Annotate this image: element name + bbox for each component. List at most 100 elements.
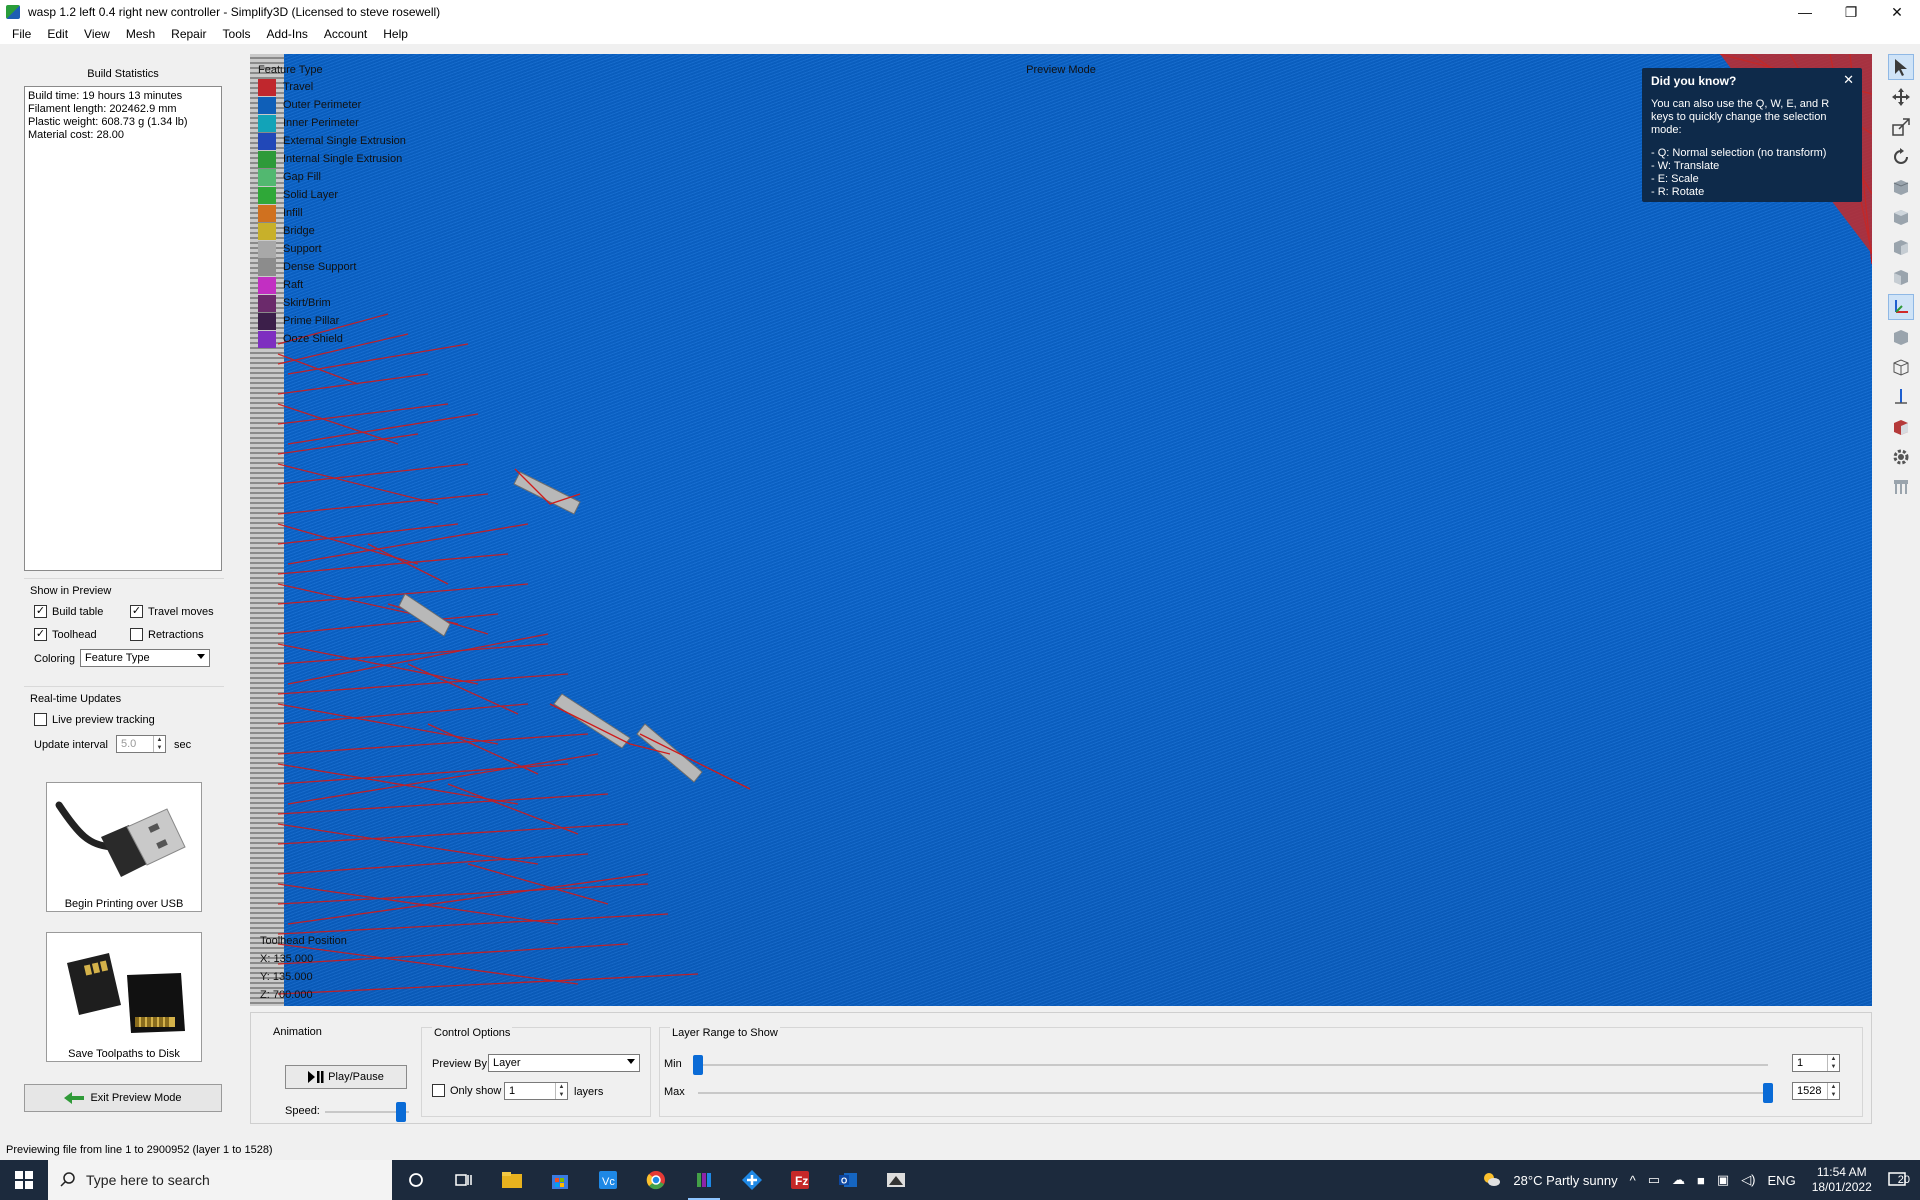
speed-slider-thumb[interactable]: [395, 1102, 406, 1122]
simplify3d-taskbar-icon[interactable]: [680, 1160, 728, 1200]
minimize-button[interactable]: —: [1782, 0, 1828, 24]
onedrive-icon[interactable]: ☁: [1672, 1172, 1685, 1188]
shaded-view-icon[interactable]: [1888, 324, 1914, 350]
translate-tool-icon[interactable]: [1888, 84, 1914, 110]
chevron-up-icon[interactable]: ^: [1630, 1173, 1636, 1188]
legend-label: Solid Layer: [283, 189, 339, 201]
preview-by-select[interactable]: Layer: [488, 1054, 640, 1072]
menu-add-ins[interactable]: Add-Ins: [259, 27, 316, 41]
legend-item: Dense Support: [258, 258, 406, 276]
clock[interactable]: 11:54 AM 18/01/2022: [1812, 1165, 1872, 1195]
min-layer-input[interactable]: 1 ▲ ▼: [1792, 1054, 1840, 1072]
volume-icon[interactable]: ◁): [1741, 1172, 1755, 1188]
menu-repair[interactable]: Repair: [163, 27, 214, 41]
build-table-checkbox[interactable]: ✓: [34, 605, 47, 618]
svg-text:O: O: [841, 1177, 847, 1186]
travel-moves-checkbox[interactable]: ✓: [130, 605, 143, 618]
only-show-option[interactable]: Only show: [432, 1084, 501, 1097]
restore-button[interactable]: ❐: [1828, 0, 1874, 24]
max-layer-slider-track[interactable]: [698, 1092, 1768, 1094]
chrome-icon[interactable]: [632, 1160, 680, 1200]
meet-now-icon[interactable]: ▭: [1648, 1172, 1660, 1188]
spinner-arrows-icon[interactable]: ▲ ▼: [153, 736, 165, 752]
build-table-option[interactable]: ✓ Build table: [34, 605, 103, 618]
menu-account[interactable]: Account: [316, 27, 375, 41]
retractions-checkbox[interactable]: [130, 628, 143, 641]
play-pause-button[interactable]: Play/Pause: [285, 1065, 407, 1089]
microsoft-store-icon[interactable]: [536, 1160, 584, 1200]
app-plus-icon[interactable]: [728, 1160, 776, 1200]
spinner-arrows-icon[interactable]: ▲ ▼: [555, 1083, 567, 1099]
axes-toggle-icon[interactable]: [1888, 294, 1914, 320]
wireframe-view-icon[interactable]: [1888, 354, 1914, 380]
legend-label: Gap Fill: [283, 171, 321, 183]
task-view-icon[interactable]: [440, 1160, 488, 1200]
legend-item: Outer Perimeter: [258, 96, 406, 114]
max-layer-slider-thumb[interactable]: [1763, 1083, 1773, 1103]
filezilla-icon[interactable]: Fz: [776, 1160, 824, 1200]
menu-mesh[interactable]: Mesh: [118, 27, 163, 41]
file-explorer-icon[interactable]: [488, 1160, 536, 1200]
vs-code-icon[interactable]: Vc: [584, 1160, 632, 1200]
menu-view[interactable]: View: [76, 27, 118, 41]
min-layer-slider-track[interactable]: [698, 1064, 1768, 1066]
min-layer-slider-thumb[interactable]: [693, 1055, 703, 1075]
only-show-checkbox[interactable]: [432, 1084, 445, 1097]
view-cube-side-icon[interactable]: [1888, 234, 1914, 260]
chevron-down-icon: [197, 654, 205, 659]
realtime-updates-title: Real-time Updates: [30, 693, 122, 705]
menu-tools[interactable]: Tools: [215, 27, 259, 41]
separate-view-icon[interactable]: [1888, 414, 1914, 440]
view-cube-top-icon[interactable]: [1888, 204, 1914, 230]
app-monochrome-icon[interactable]: [872, 1160, 920, 1200]
max-layer-input[interactable]: 1528 ▲ ▼: [1792, 1082, 1840, 1100]
language-indicator[interactable]: ENG: [1768, 1173, 1796, 1188]
legend-label: Infill: [283, 207, 303, 219]
taskbar-search[interactable]: Type here to search: [48, 1160, 392, 1200]
weather-text[interactable]: 28°C Partly sunny: [1513, 1173, 1617, 1188]
spinner-arrows-icon[interactable]: ▲ ▼: [1827, 1083, 1839, 1099]
legend-label: Raft: [283, 279, 304, 291]
legend-item: Ooze Shield: [258, 330, 406, 348]
close-button[interactable]: ✕: [1874, 0, 1920, 24]
view-cube-front-icon[interactable]: [1888, 174, 1914, 200]
begin-printing-usb-button[interactable]: Begin Printing over USB: [46, 782, 202, 912]
only-show-layers-input[interactable]: 1 ▲ ▼: [504, 1082, 568, 1100]
toolhead-option[interactable]: ✓ Toolhead: [34, 628, 97, 641]
live-preview-option[interactable]: Live preview tracking: [34, 713, 155, 726]
supports-icon[interactable]: [1888, 474, 1914, 500]
preview-controls-panel: Animation Play/Pause Speed: Control Opti…: [250, 1012, 1872, 1124]
tip-close-icon[interactable]: ✕: [1843, 72, 1854, 88]
select-tool-icon[interactable]: [1888, 54, 1914, 80]
menu-help[interactable]: Help: [375, 27, 416, 41]
gear-icon[interactable]: [1888, 444, 1914, 470]
rotate-tool-icon[interactable]: [1888, 144, 1914, 170]
notifications-icon[interactable]: 20: [1888, 1172, 1910, 1188]
live-preview-checkbox[interactable]: [34, 713, 47, 726]
menu-file[interactable]: File: [4, 27, 39, 41]
tip-item: - R: Rotate: [1651, 186, 1705, 198]
network-icon[interactable]: ▣: [1717, 1172, 1729, 1188]
exit-preview-button[interactable]: Exit Preview Mode: [24, 1084, 222, 1112]
3d-viewport[interactable]: Preview Mode Feature Type Travel Outer Pe…: [250, 54, 1872, 1006]
cortana-icon[interactable]: [392, 1160, 440, 1200]
scale-tool-icon[interactable]: [1888, 114, 1914, 140]
windows-start-button[interactable]: [0, 1160, 48, 1200]
menu-bar: File Edit View Mesh Repair Tools Add-Ins…: [0, 24, 1920, 44]
travel-moves-option[interactable]: ✓ Travel moves: [130, 605, 214, 618]
svg-text:Vc: Vc: [602, 1176, 615, 1188]
coloring-select[interactable]: Feature Type: [80, 649, 210, 667]
retractions-option[interactable]: Retractions: [130, 628, 204, 641]
cross-section-icon[interactable]: [1888, 384, 1914, 410]
toolhead-checkbox[interactable]: ✓: [34, 628, 47, 641]
update-interval-input[interactable]: 5.0 ▲ ▼: [116, 735, 166, 753]
save-toolpaths-button[interactable]: Save Toolpaths to Disk: [46, 932, 202, 1062]
legend-label: Travel: [283, 81, 314, 93]
view-cube-iso-icon[interactable]: [1888, 264, 1914, 290]
spinner-arrows-icon[interactable]: ▲ ▼: [1827, 1055, 1839, 1071]
menu-edit[interactable]: Edit: [39, 27, 76, 41]
legend-swatch: [258, 276, 276, 294]
outlook-icon[interactable]: O: [824, 1160, 872, 1200]
app-tray-icon[interactable]: ■: [1697, 1173, 1705, 1188]
weather-icon[interactable]: [1481, 1171, 1501, 1190]
